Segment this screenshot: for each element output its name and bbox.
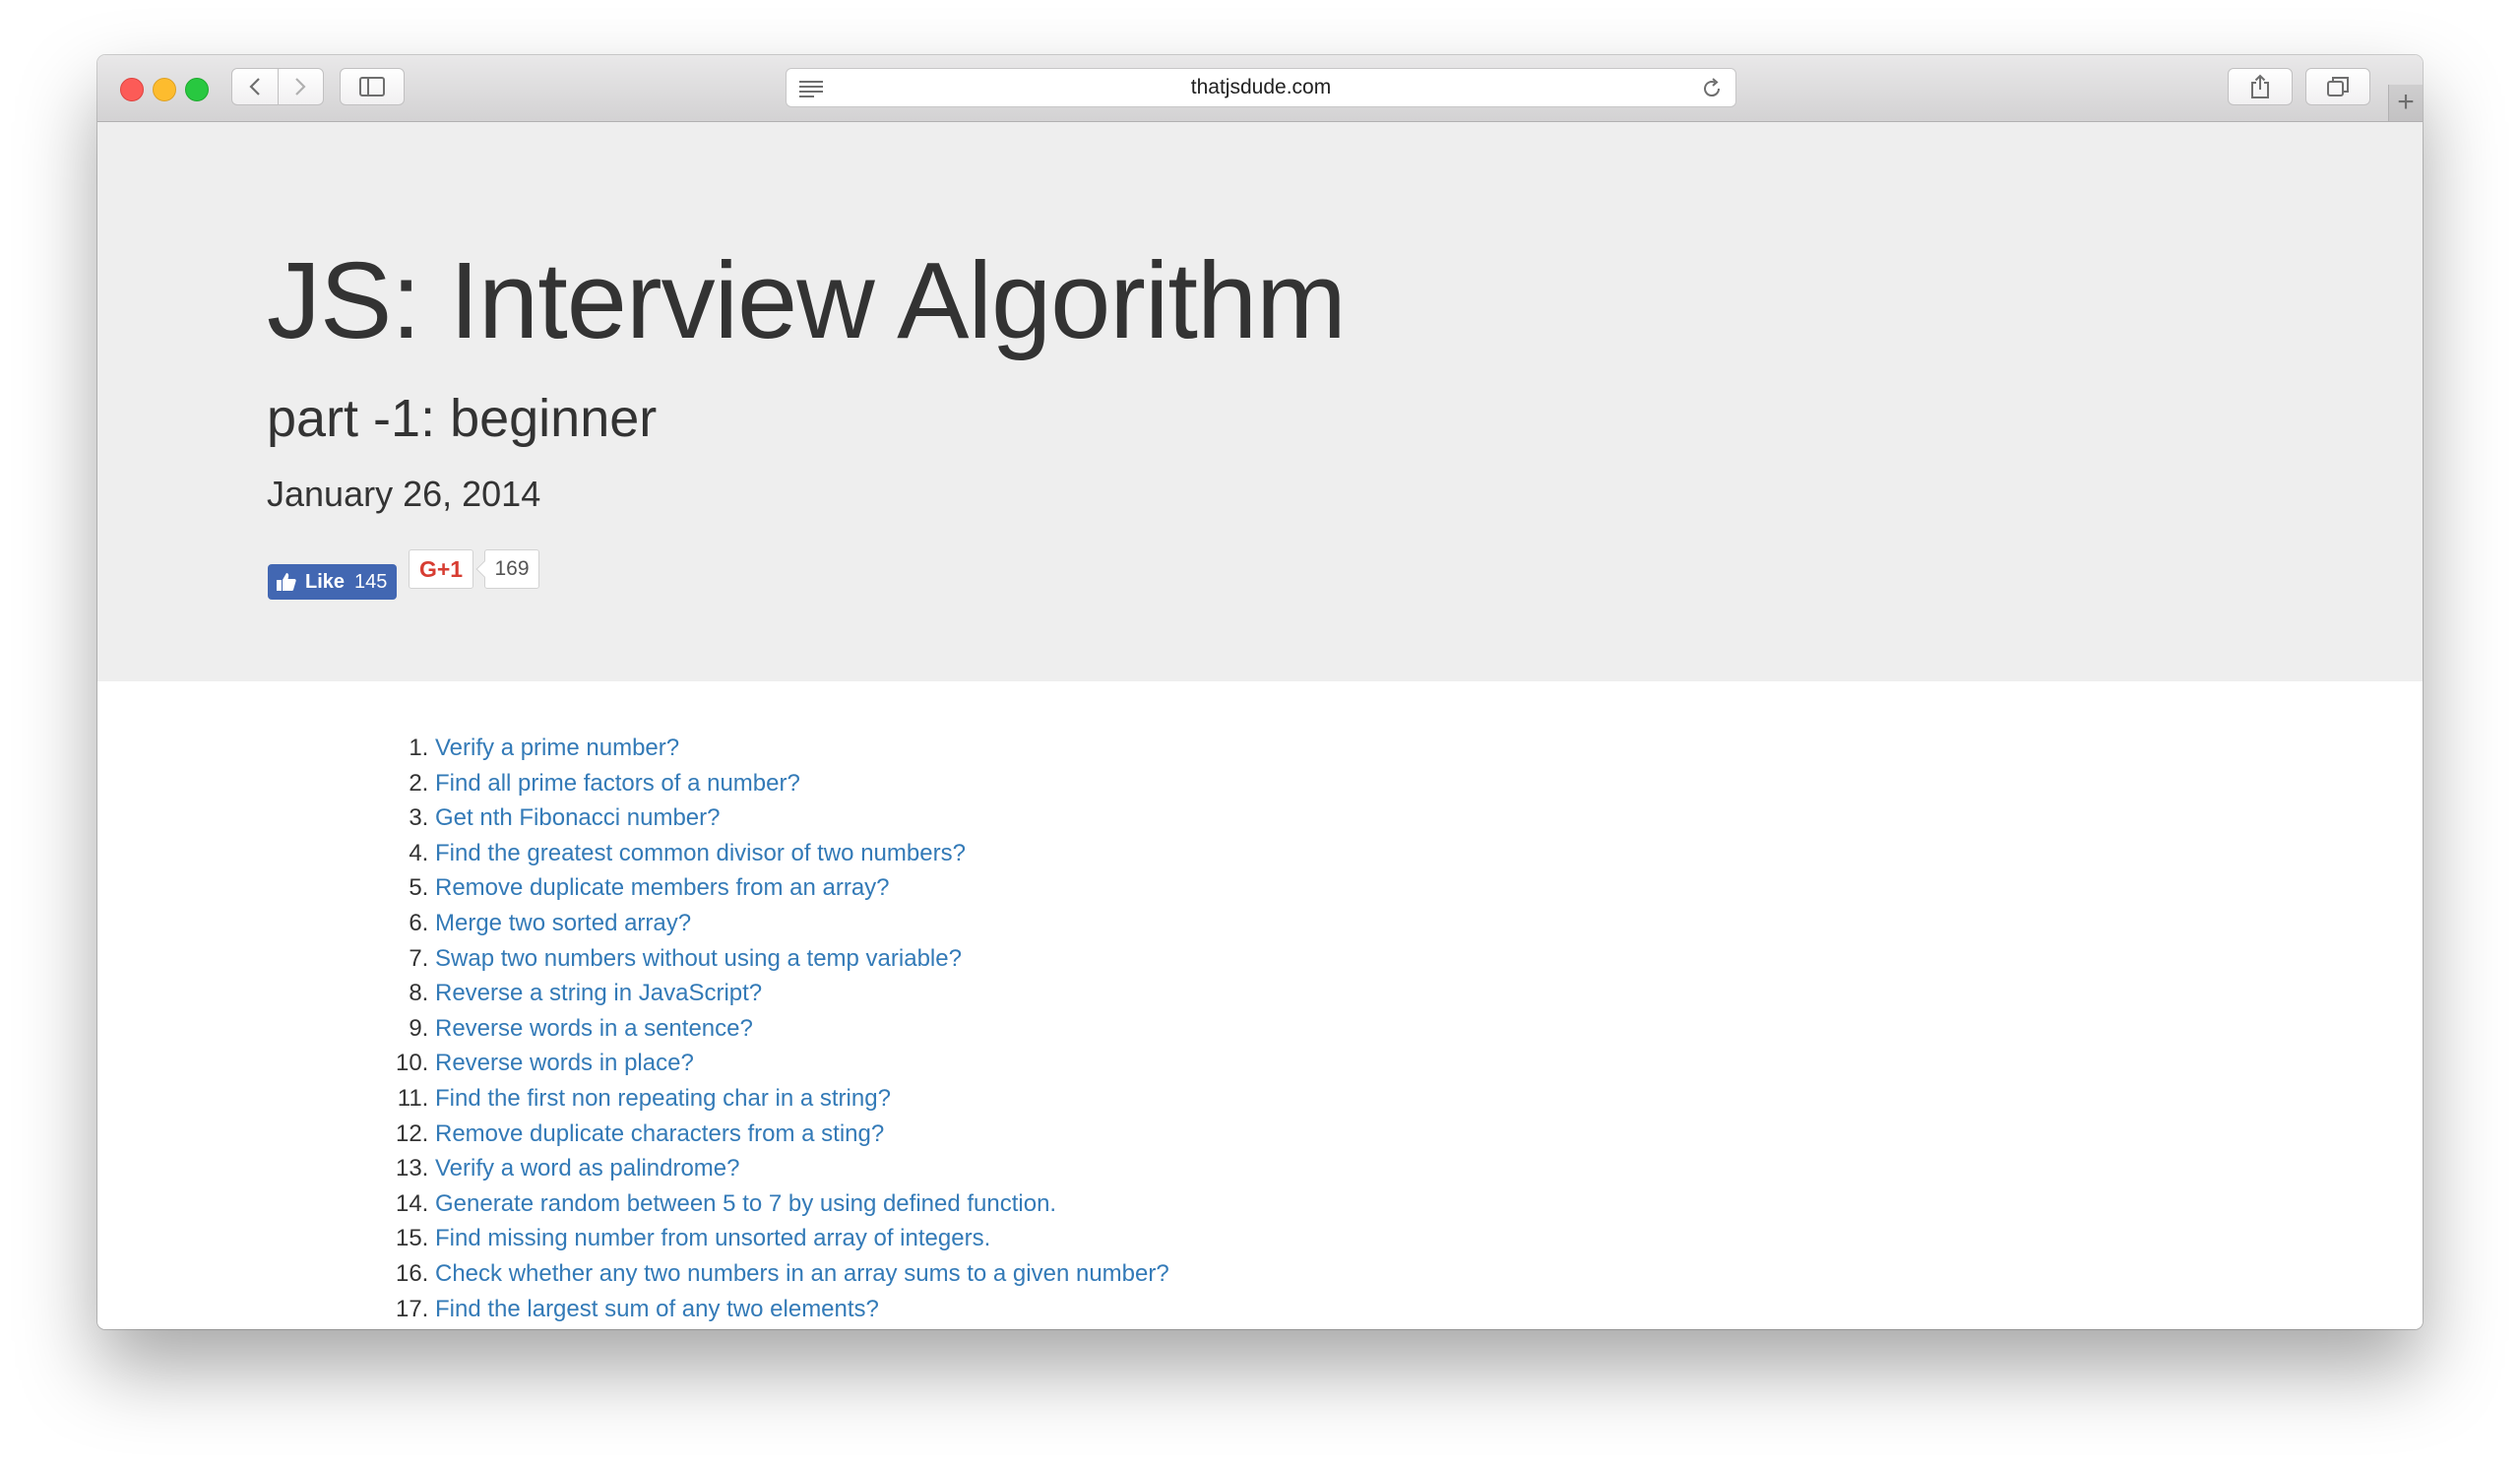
question-link[interactable]: Find the greatest common divisor of two … xyxy=(435,840,966,866)
question-list: Verify a prime number? Find all prime fa… xyxy=(337,731,1169,1326)
facebook-like-button[interactable]: Like 145 xyxy=(268,564,398,600)
chevron-right-icon xyxy=(295,78,306,96)
new-tab-button[interactable]: + xyxy=(2388,85,2423,121)
share-button[interactable] xyxy=(2228,68,2293,105)
list-item: Remove duplicate characters from a sting… xyxy=(435,1117,1169,1152)
list-item: Verify a word as palindrome? xyxy=(435,1151,1169,1186)
publish-date: January 26, 2014 xyxy=(267,474,541,514)
page-content: JS: Interview Algorithm part -1: beginne… xyxy=(97,122,2423,1329)
url-text: thatjsdude.com xyxy=(1190,76,1332,98)
list-item: Find the first non repeating char in a s… xyxy=(435,1081,1169,1117)
address-bar[interactable]: thatjsdude.com xyxy=(786,68,1736,107)
forward-button[interactable] xyxy=(277,69,324,104)
zoom-window-button[interactable] xyxy=(185,78,209,101)
question-link[interactable]: Find missing number from unsorted array … xyxy=(435,1225,990,1251)
sidebar-icon xyxy=(359,77,385,96)
list-item: Remove duplicate members from an array? xyxy=(435,870,1169,906)
page-subtitle: part -1: beginner xyxy=(267,389,658,448)
plus-icon: + xyxy=(2397,86,2415,118)
thumbs-up-icon xyxy=(277,573,296,591)
question-link[interactable]: Swap two numbers without using a temp va… xyxy=(435,945,962,972)
like-count: 145 xyxy=(354,570,388,593)
like-label: Like xyxy=(305,570,346,593)
list-item: Reverse a string in JavaScript? xyxy=(435,976,1169,1011)
list-item: Find all prime factors of a number? xyxy=(435,766,1169,801)
browser-window: thatjsdude.com + JS: Interview Algorithm… xyxy=(97,55,2423,1329)
question-link[interactable]: Remove duplicate characters from a sting… xyxy=(435,1120,884,1147)
list-item: Find missing number from unsorted array … xyxy=(435,1221,1169,1256)
question-link[interactable]: Check whether any two numbers in an arra… xyxy=(435,1260,1169,1287)
list-item: Get nth Fibonacci number? xyxy=(435,800,1169,836)
share-icon xyxy=(2251,74,2269,98)
question-link[interactable]: Remove duplicate members from an array? xyxy=(435,874,890,901)
question-link[interactable]: Reverse words in a sentence? xyxy=(435,1015,753,1042)
list-item: Reverse words in place? xyxy=(435,1046,1169,1081)
chevron-left-icon xyxy=(249,78,260,96)
question-link[interactable]: Merge two sorted array? xyxy=(435,910,691,936)
history-nav xyxy=(231,68,324,105)
list-item: Merge two sorted array? xyxy=(435,906,1169,941)
question-link[interactable]: Find the first non repeating char in a s… xyxy=(435,1085,891,1112)
list-item: Find the greatest common divisor of two … xyxy=(435,836,1169,871)
question-link[interactable]: Verify a prime number? xyxy=(435,735,679,761)
list-item: Check whether any two numbers in an arra… xyxy=(435,1256,1169,1292)
question-link[interactable]: Verify a word as palindrome? xyxy=(435,1155,740,1182)
question-link[interactable]: Reverse a string in JavaScript? xyxy=(435,980,762,1006)
list-item: Swap two numbers without using a temp va… xyxy=(435,941,1169,977)
question-link[interactable]: Reverse words in place? xyxy=(435,1050,694,1076)
hero-section: JS: Interview Algorithm part -1: beginne… xyxy=(97,122,2423,681)
list-item: Generate random between 5 to 7 by using … xyxy=(435,1186,1169,1222)
sidebar-button[interactable] xyxy=(340,68,405,105)
question-link[interactable]: Generate random between 5 to 7 by using … xyxy=(435,1190,1056,1217)
close-window-button[interactable] xyxy=(120,78,144,101)
list-item: Find the largest sum of any two elements… xyxy=(435,1292,1169,1327)
page-title: JS: Interview Algorithm xyxy=(267,240,1347,361)
tabs-overview-button[interactable] xyxy=(2305,68,2370,105)
reload-icon[interactable] xyxy=(1700,77,1724,100)
google-plus-button[interactable]: G+1 xyxy=(409,549,473,589)
list-item: Reverse words in a sentence? xyxy=(435,1011,1169,1047)
question-link[interactable]: Find the largest sum of any two elements… xyxy=(435,1296,879,1322)
tabs-icon xyxy=(2327,77,2349,96)
google-plus-count: 169 xyxy=(484,549,539,589)
question-link[interactable]: Find all prime factors of a number? xyxy=(435,770,800,797)
question-link[interactable]: Get nth Fibonacci number? xyxy=(435,804,721,831)
minimize-window-button[interactable] xyxy=(153,78,176,101)
browser-toolbar: thatjsdude.com + xyxy=(97,55,2423,122)
back-button[interactable] xyxy=(232,69,278,104)
list-item: Verify a prime number? xyxy=(435,731,1169,766)
